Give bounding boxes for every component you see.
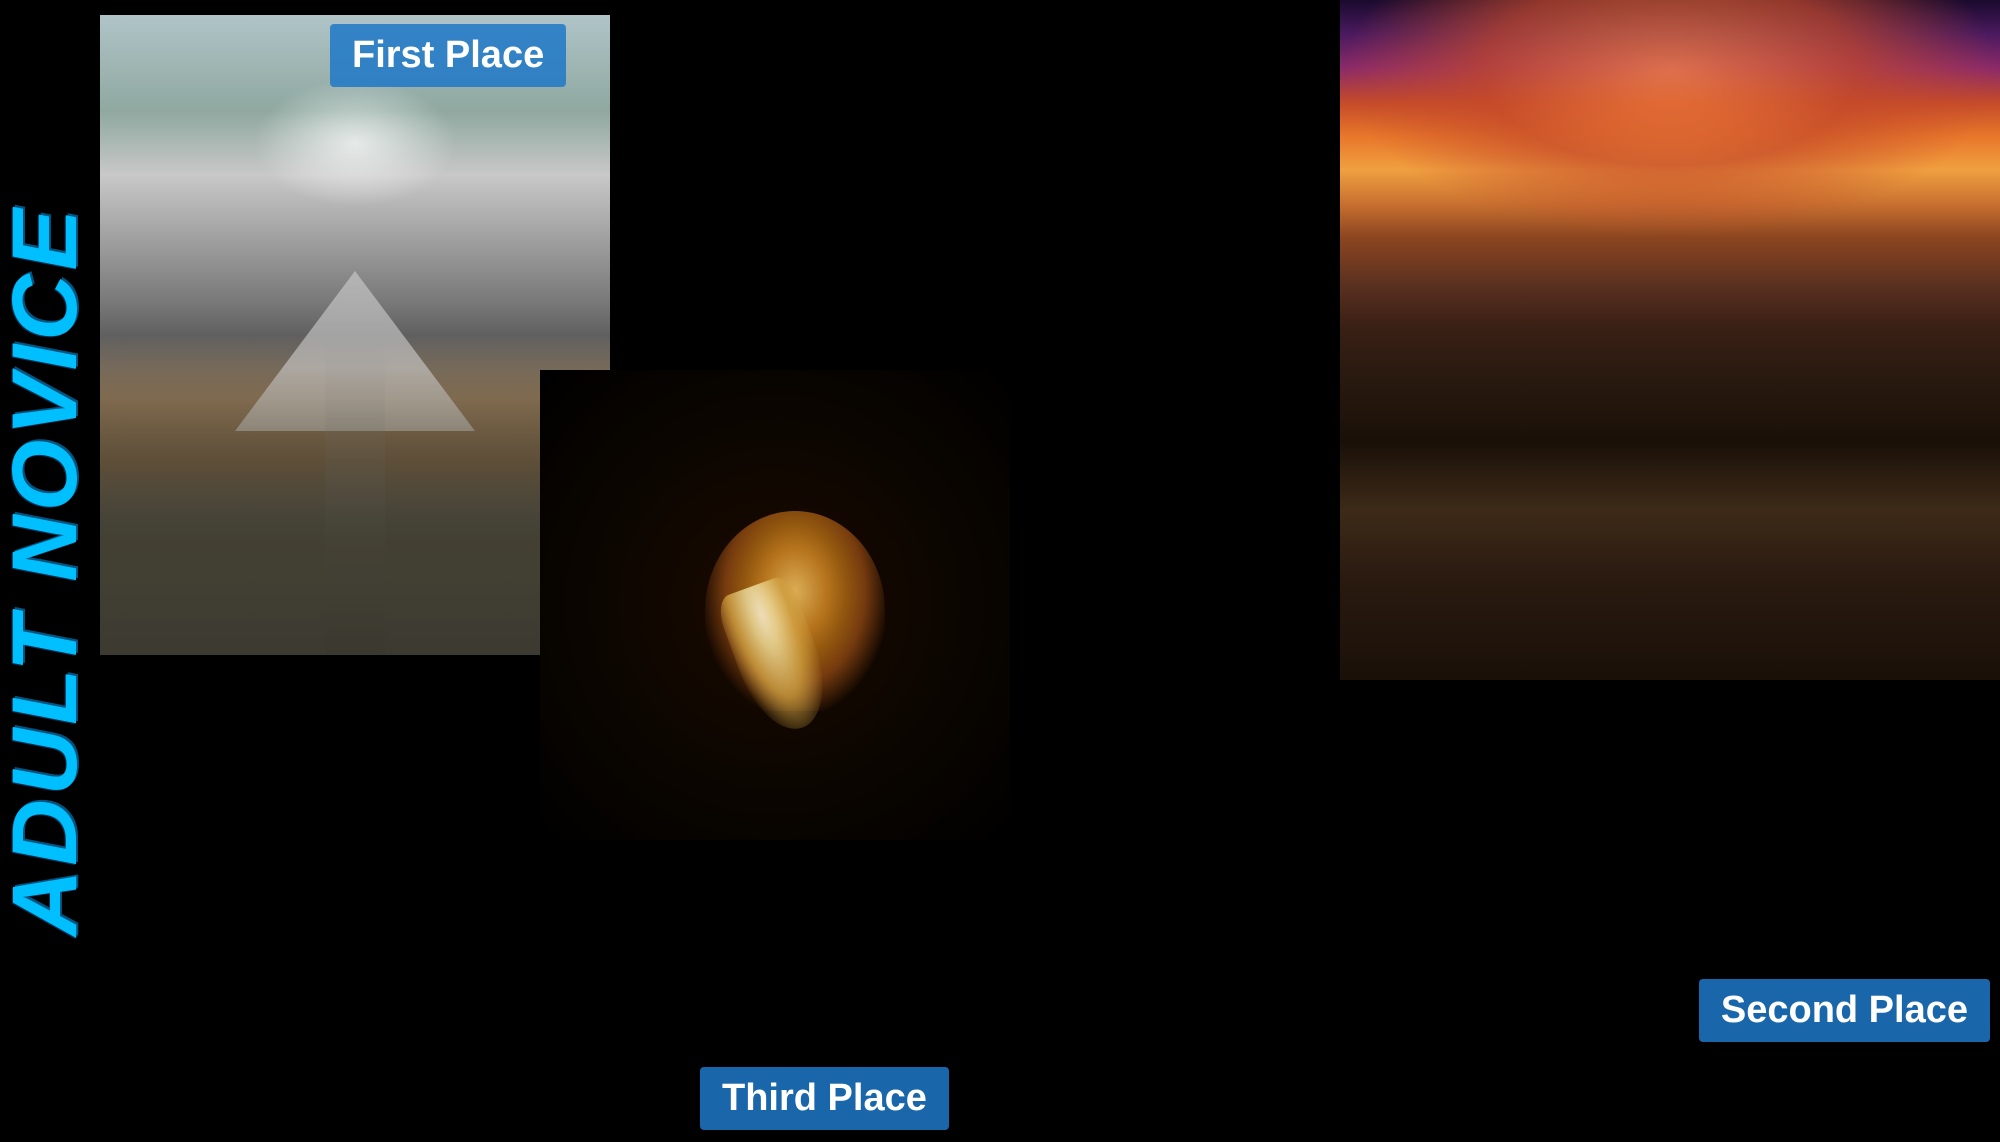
road-decoration (325, 335, 385, 655)
second-place-badge: Second Place (1699, 979, 1990, 1042)
third-place-photo (540, 370, 1010, 840)
second-place-image (1340, 0, 2000, 680)
page-title-text: ADULT NOVICE (0, 205, 98, 936)
third-place-image (540, 370, 1010, 840)
third-place-badge: Third Place (700, 1067, 949, 1130)
cloud-decoration (253, 79, 457, 207)
first-place-image (100, 15, 610, 655)
page-title-vertical: ADULT NOVICE (0, 0, 90, 1142)
first-place-badge: First Place (330, 24, 566, 87)
second-place-photo (1340, 0, 2000, 680)
first-place-photo (100, 15, 610, 655)
